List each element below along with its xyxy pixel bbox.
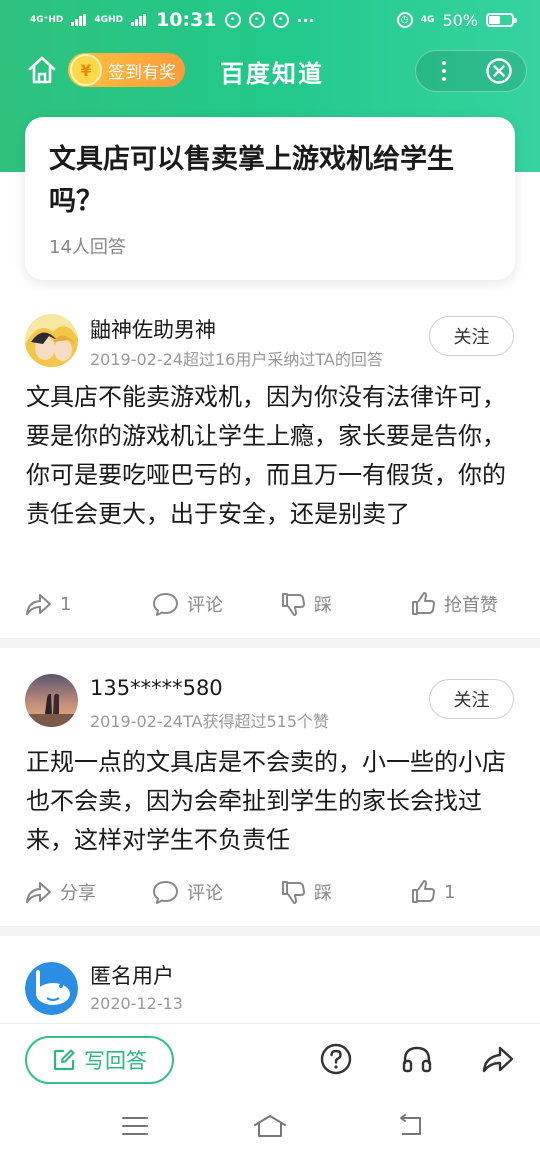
signal-label-2: 4GHD (94, 14, 124, 25)
comment-button[interactable]: 评论 (152, 872, 223, 912)
share-label: 分享 (60, 883, 96, 904)
network-type: 4G (420, 14, 435, 25)
status-left: 4G⁺HD 4GHD 10:31 • • • ··· (30, 9, 315, 31)
signal-bars-icon (71, 14, 87, 26)
headphones-icon[interactable] (400, 1042, 434, 1076)
signal-label-1: 4G⁺HD (30, 14, 64, 25)
author-meta: 2019-02-24TA获得超过515个赞 (90, 712, 330, 731)
like-button[interactable]: 抢首赞 (410, 584, 498, 624)
dislike-button[interactable]: 踩 (280, 872, 332, 912)
answer-item: 135*****580 2019-02-24TA获得超过515个赞 关注 正规一… (0, 648, 540, 926)
page-title: 百度知道 (220, 60, 324, 88)
question-card: 文具店可以售卖掌上游戏机给学生吗？ 14人回答 (25, 117, 515, 280)
author-meta: 2020-12-13 (90, 994, 183, 1013)
dislike-icon (282, 593, 305, 616)
dislike-button[interactable]: 踩 (280, 584, 332, 624)
author-meta: 2019-02-24超过16用户采纳过TA的回答 (90, 350, 383, 369)
follow-button[interactable]: 关注 (429, 316, 514, 356)
alarm-icon: ◷ (396, 12, 413, 28)
battery-fill (489, 16, 500, 24)
bottom-action-bar: 写回答 (0, 1023, 540, 1095)
sign-in-reward-button[interactable]: ¥ 签到有奖 (68, 53, 185, 87)
author-name[interactable]: 鼬神佐助男神 (90, 314, 216, 344)
signal-bars-icon-2 (131, 14, 147, 26)
section-divider (0, 926, 540, 936)
close-icon[interactable] (471, 51, 526, 91)
more-notifications-icon: ··· (296, 10, 315, 30)
help-icon[interactable] (319, 1042, 353, 1076)
answer-item: 鼬神佐助男神 2019-02-24超过16用户采纳过TA的回答 关注 文具店不能… (0, 300, 540, 636)
comment-icon (153, 593, 178, 616)
answer-actions: 1 评论 踩 抢首赞 (0, 584, 540, 624)
comment-label: 评论 (187, 595, 223, 616)
answer-item: 匿名用户 2020-12-13 (0, 936, 540, 1023)
status-bar: 4G⁺HD 4GHD 10:31 • • • ··· ◷ 4G 50% (0, 0, 540, 40)
section-divider (0, 638, 540, 648)
house-icon[interactable] (252, 1113, 288, 1139)
mini-program-capsule (415, 50, 527, 92)
like-icon (412, 592, 435, 615)
message-icon: • (272, 12, 289, 28)
avatar[interactable] (25, 314, 78, 367)
back-icon[interactable] (396, 1113, 426, 1139)
sign-in-label: 签到有奖 (108, 62, 176, 83)
share-count: 1 (60, 593, 72, 615)
follow-button[interactable]: 关注 (429, 679, 514, 719)
share-button[interactable]: 1 (24, 584, 71, 624)
like-icon (412, 880, 435, 903)
comment-button[interactable]: 评论 (152, 584, 223, 624)
author-name[interactable]: 匿名用户 (90, 960, 174, 990)
like-button[interactable]: 1 (410, 872, 455, 912)
write-answer-button[interactable]: 写回答 (25, 1036, 174, 1084)
share-icon (26, 882, 51, 903)
share-button[interactable]: 分享 (24, 872, 96, 912)
comment-label: 评论 (187, 883, 223, 904)
home-icon[interactable] (26, 54, 58, 86)
system-navigation-bar (0, 1095, 540, 1158)
write-answer-label: 写回答 (84, 1049, 147, 1073)
battery-icon (486, 13, 517, 27)
coin-icon: ¥ (70, 54, 102, 86)
more-icon[interactable] (416, 51, 471, 91)
menu-icon[interactable] (120, 1113, 150, 1139)
battery-percent: 50% (442, 10, 478, 30)
dislike-label: 踩 (314, 595, 332, 616)
question-title: 文具店可以售卖掌上游戏机给学生吗？ (49, 144, 454, 217)
share-icon (26, 594, 51, 615)
top-nav: ¥ 签到有奖 百度知道 (0, 46, 540, 94)
answer-actions: 分享 评论 踩 1 (0, 872, 540, 912)
app-notification-icon: • (248, 12, 265, 28)
wechat-icon: • (224, 12, 241, 28)
edit-icon (53, 1049, 75, 1071)
status-right: ◷ 4G 50% (396, 10, 517, 30)
answer-text: 文具店不能卖游戏机，因为你没有法律许可，要是你的游戏机让学生上瘾，家长要是告你，… (26, 383, 506, 528)
like-label: 抢首赞 (444, 595, 498, 616)
dislike-icon (282, 881, 305, 904)
like-count: 1 (444, 881, 456, 903)
dislike-label: 踩 (314, 883, 332, 904)
answer-count: 14人回答 (49, 237, 126, 258)
avatar[interactable] (25, 674, 78, 727)
avatar[interactable] (25, 962, 78, 1015)
author-name[interactable]: 135*****580 (90, 676, 223, 700)
forward-icon[interactable] (481, 1042, 515, 1076)
clock: 10:31 (156, 9, 217, 31)
comment-icon (153, 881, 178, 904)
answer-text: 正规一点的文具店是不会卖的，小一些的小店也不会卖，因为会牵扯到学生的家长会找过来… (26, 748, 506, 854)
